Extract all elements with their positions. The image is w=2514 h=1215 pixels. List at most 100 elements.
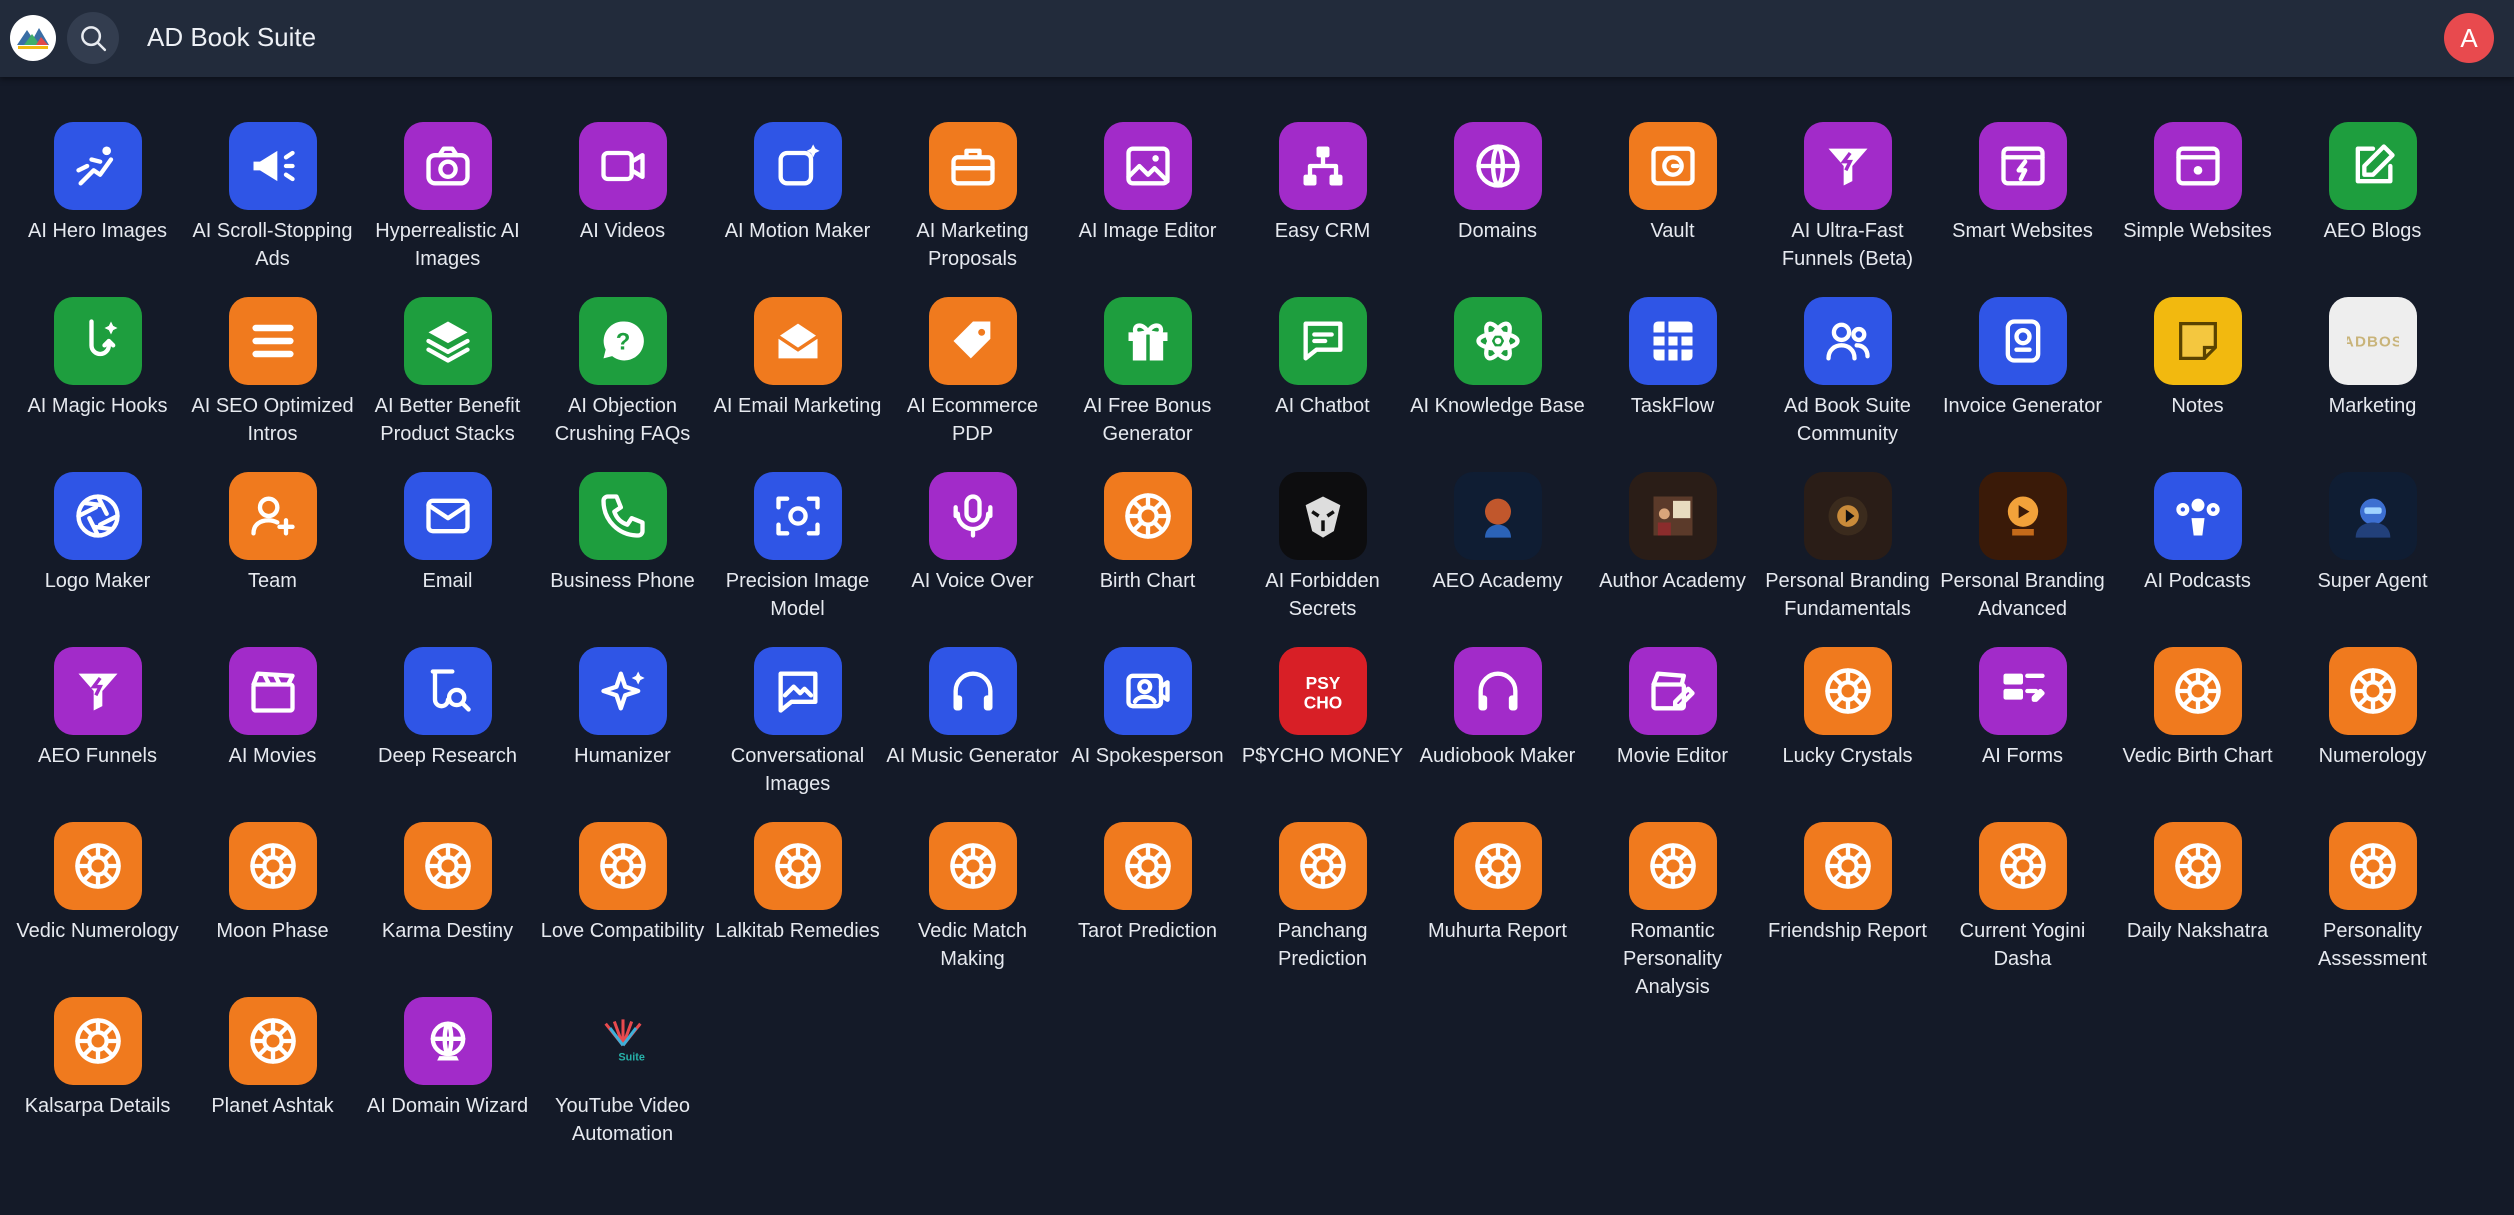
app-tile[interactable]: AI Chatbot xyxy=(1235,288,1410,458)
app-tile[interactable]: Friendship Report xyxy=(1760,813,1935,983)
app-tile[interactable]: Conversational Images xyxy=(710,638,885,808)
briefcase-icon xyxy=(929,122,1017,210)
app-tile[interactable]: AI Knowledge Base xyxy=(1410,288,1585,458)
app-label: Current Yogini Dasha xyxy=(1959,920,2086,970)
app-tile[interactable]: Vault xyxy=(1585,113,1760,283)
globe-icon xyxy=(1454,122,1542,210)
app-tile[interactable]: AI Movies xyxy=(185,638,360,808)
app-tile[interactable]: Audiobook Maker xyxy=(1410,638,1585,808)
app-tile[interactable]: Vedic Birth Chart xyxy=(2110,638,2285,808)
mountain-logo-icon xyxy=(11,16,55,60)
app-tile[interactable]: ? AI Objection Crushing FAQs xyxy=(535,288,710,458)
app-tile[interactable]: Karma Destiny xyxy=(360,813,535,983)
app-tile[interactable]: Humanizer xyxy=(535,638,710,808)
app-tile[interactable]: TaskFlow xyxy=(1585,288,1760,458)
marketing-logo-icon: ADBOS xyxy=(2329,297,2417,385)
app-tile[interactable]: Tarot Prediction xyxy=(1060,813,1235,983)
app-tile[interactable]: AI Domain Wizard xyxy=(360,988,535,1158)
app-tile[interactable]: Team xyxy=(185,463,360,633)
zodiac-wheel-icon xyxy=(54,822,142,910)
app-tile[interactable]: Numerology xyxy=(2285,638,2460,808)
app-tile[interactable]: AI SEO Optimized Intros xyxy=(185,288,360,458)
app-tile[interactable]: AI Marketing Proposals xyxy=(885,113,1060,283)
app-tile[interactable]: Notes xyxy=(2110,288,2285,458)
zodiac-wheel-icon xyxy=(1279,822,1367,910)
microphone-icon xyxy=(929,472,1017,560)
app-tile[interactable]: Movie Editor xyxy=(1585,638,1760,808)
app-tile[interactable]: Super Agent xyxy=(2285,463,2460,633)
app-tile[interactable]: Smart Websites xyxy=(1935,113,2110,283)
app-tile[interactable]: Romantic Personality Analysis xyxy=(1585,813,1760,998)
app-tile[interactable]: Precision Image Model xyxy=(710,463,885,633)
app-tile[interactable]: Kalsarpa Details xyxy=(10,988,185,1158)
board-icon xyxy=(1629,297,1717,385)
app-tile[interactable]: Ad Book Suite Community xyxy=(1760,288,1935,458)
app-tile[interactable]: AI Spokesperson xyxy=(1060,638,1235,808)
app-label: Lucky Crystals xyxy=(1782,745,1913,767)
app-tile[interactable]: AI Magic Hooks xyxy=(10,288,185,458)
app-tile[interactable]: Author Academy xyxy=(1585,463,1760,633)
app-tile[interactable]: ADBOS Marketing xyxy=(2285,288,2460,458)
app-tile[interactable]: Simple Websites xyxy=(2110,113,2285,283)
app-tile[interactable]: AEO Academy xyxy=(1410,463,1585,633)
app-tile[interactable]: Moon Phase xyxy=(185,813,360,983)
app-tile[interactable]: Panchang Prediction xyxy=(1235,813,1410,983)
user-avatar[interactable]: A xyxy=(2444,13,2494,63)
app-tile[interactable]: Logo Maker xyxy=(10,463,185,633)
app-tile[interactable]: AI Better Benefit Product Stacks xyxy=(360,288,535,458)
zodiac-wheel-icon xyxy=(579,822,667,910)
app-tile[interactable]: AI Voice Over xyxy=(885,463,1060,633)
app-label: Kalsarpa Details xyxy=(24,1095,171,1117)
app-tile[interactable]: AI Forbidden Secrets xyxy=(1235,463,1410,633)
app-label: Friendship Report xyxy=(1768,920,1927,942)
search-button[interactable] xyxy=(67,12,119,64)
app-tile[interactable]: PSY CHO P$YCHO MONEY xyxy=(1235,638,1410,808)
app-label: AI Podcasts xyxy=(2144,570,2251,592)
app-label: Deep Research xyxy=(378,745,517,767)
app-tile[interactable]: Current Yogini Dasha xyxy=(1935,813,2110,983)
zodiac-wheel-icon xyxy=(229,997,317,1085)
app-tile[interactable]: AI Music Generator xyxy=(885,638,1060,808)
app-tile[interactable]: Muhurta Report xyxy=(1410,813,1585,983)
app-tile[interactable]: AI Motion Maker xyxy=(710,113,885,283)
app-label: Panchang Prediction xyxy=(1277,920,1368,970)
app-tile[interactable]: Suite YouTube Video Automation xyxy=(535,988,710,1158)
app-tile[interactable]: Love Compatibility xyxy=(535,813,710,983)
app-tile[interactable]: AI Free Bonus Generator xyxy=(1060,288,1235,458)
aperture-icon xyxy=(54,472,142,560)
app-label: AEO Blogs xyxy=(2323,220,2422,242)
app-tile[interactable]: Personal Branding Advanced xyxy=(1935,463,2110,633)
app-logo[interactable] xyxy=(10,15,56,61)
app-tile[interactable]: Vedic Numerology xyxy=(10,813,185,983)
users-icon xyxy=(1804,297,1892,385)
app-tile[interactable]: AI Image Editor xyxy=(1060,113,1235,283)
app-tile[interactable]: Personality Assessment xyxy=(2285,813,2460,983)
app-tile[interactable]: Planet Ashtak xyxy=(185,988,360,1158)
app-tile[interactable]: Invoice Generator xyxy=(1935,288,2110,458)
app-tile[interactable]: Personal Branding Fundamentals xyxy=(1760,463,1935,633)
app-tile[interactable]: Birth Chart xyxy=(1060,463,1235,633)
app-label: AI Hero Images xyxy=(28,220,167,242)
app-tile[interactable]: AI Ultra-Fast Funnels (Beta) xyxy=(1760,113,1935,283)
app-tile[interactable]: Domains xyxy=(1410,113,1585,283)
app-tile[interactable]: AEO Funnels xyxy=(10,638,185,808)
app-tile[interactable]: AI Ecommerce PDP xyxy=(885,288,1060,458)
app-tile[interactable]: Daily Nakshatra xyxy=(2110,813,2285,983)
app-tile[interactable]: AI Videos xyxy=(535,113,710,283)
edit-icon xyxy=(2329,122,2417,210)
app-tile[interactable]: Deep Research xyxy=(360,638,535,808)
app-tile[interactable]: Vedic Match Making xyxy=(885,813,1060,983)
app-tile[interactable]: AI Podcasts xyxy=(2110,463,2285,633)
app-tile[interactable]: Easy CRM xyxy=(1235,113,1410,283)
app-tile[interactable]: Lalkitab Remedies xyxy=(710,813,885,983)
clapper-edit-icon xyxy=(1629,647,1717,735)
app-tile[interactable]: AI Hero Images xyxy=(10,113,185,283)
app-tile[interactable]: Email xyxy=(360,463,535,633)
app-tile[interactable]: AI Email Marketing xyxy=(710,288,885,458)
app-tile[interactable]: AI Scroll-Stopping Ads xyxy=(185,113,360,283)
app-tile[interactable]: Lucky Crystals xyxy=(1760,638,1935,808)
app-tile[interactable]: Business Phone xyxy=(535,463,710,633)
app-tile[interactable]: AEO Blogs xyxy=(2285,113,2460,283)
app-tile[interactable]: AI Forms xyxy=(1935,638,2110,808)
app-tile[interactable]: Hyperrealistic AI Images xyxy=(360,113,535,283)
